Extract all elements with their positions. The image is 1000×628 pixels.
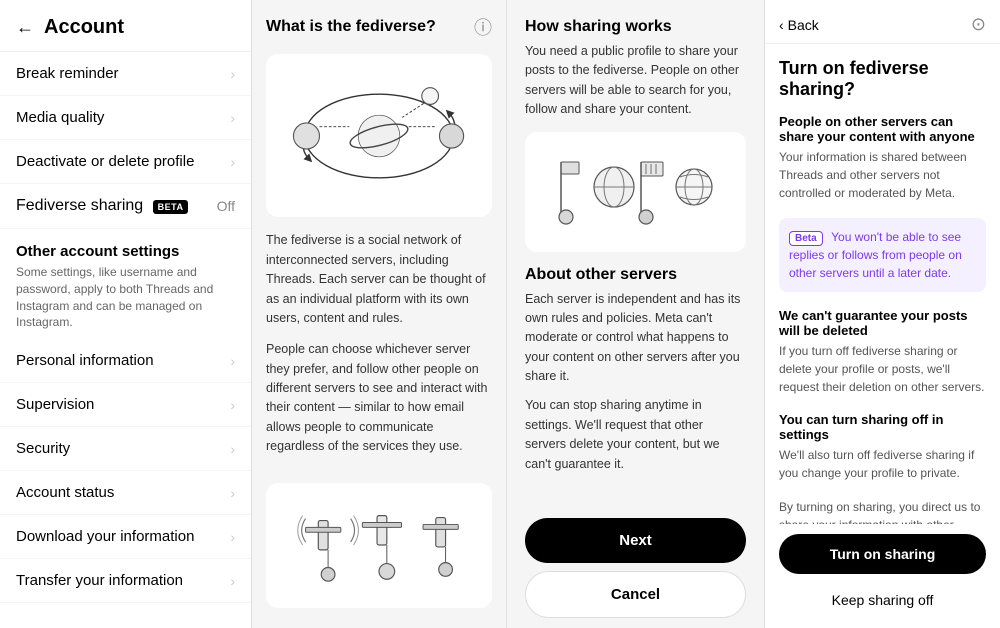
orbit-svg: [286, 71, 472, 201]
sidebar-header: ← Account: [0, 0, 251, 52]
middle-title: What is the fediverse?: [266, 18, 436, 36]
chevron-left-icon: ‹: [779, 17, 784, 33]
beta-block: Beta You won't be able to see replies or…: [779, 218, 986, 292]
how-sharing-title: How sharing works: [525, 18, 746, 36]
info-block-3-title: You can turn sharing off in settings: [779, 412, 986, 442]
satellite-illustration: [266, 483, 492, 608]
sidebar-item-security[interactable]: Security ›: [0, 427, 251, 471]
cancel-button[interactable]: Cancel: [525, 571, 746, 618]
middle-header: What is the fediverse? ⓘ: [252, 0, 506, 54]
fediverse-label: Fediverse sharing BETA: [16, 197, 217, 215]
chevron-right-icon: ›: [230, 573, 235, 589]
how-sharing-text: You need a public profile to share your …: [525, 42, 746, 120]
info-block-1-title: People on other servers can share your c…: [779, 114, 986, 144]
back-label: Back: [788, 17, 819, 33]
right-content-panel: How sharing works You need a public prof…: [507, 0, 765, 628]
info-block-3: You can turn sharing off in settings We'…: [779, 412, 986, 482]
chevron-right-icon: ›: [230, 529, 235, 545]
flags-illustration: [525, 132, 746, 252]
sidebar: ← Account Break reminder › Media quality…: [0, 0, 252, 628]
middle-text-section: The fediverse is a social network of int…: [252, 231, 506, 482]
sidebar-item-fediverse[interactable]: Fediverse sharing BETA Off: [0, 184, 251, 229]
sidebar-item-transfer-info[interactable]: Transfer your information ›: [0, 559, 251, 603]
satellite-svg: [286, 500, 472, 590]
fediverse-para-1: The fediverse is a social network of int…: [266, 231, 492, 328]
info-block-1: People on other servers can share your c…: [779, 114, 986, 202]
sidebar-item-deactivate[interactable]: Deactivate or delete profile ›: [0, 140, 251, 184]
beta-badge-label: Beta: [789, 231, 823, 246]
settings-icon[interactable]: ⊙: [971, 14, 986, 35]
about-servers-title: About other servers: [525, 266, 746, 284]
info-block-3-text: We'll also turn off fediverse sharing if…: [779, 446, 986, 482]
flags-svg: [546, 152, 726, 232]
chevron-right-icon: ›: [230, 397, 235, 413]
other-account-section: Other account settings Some settings, li…: [0, 229, 251, 339]
turn-on-sharing-button[interactable]: Turn on sharing: [779, 534, 986, 574]
chevron-right-icon: ›: [230, 353, 235, 369]
sidebar-item-media-quality[interactable]: Media quality ›: [0, 96, 251, 140]
other-account-title: Other account settings: [16, 243, 235, 260]
beta-badge: BETA: [153, 200, 189, 214]
keep-sharing-off-button[interactable]: Keep sharing off: [779, 582, 986, 618]
back-button[interactable]: ←: [16, 17, 34, 38]
info-block-2-title: We can't guarantee your posts will be de…: [779, 308, 986, 338]
next-button[interactable]: Next: [525, 518, 746, 563]
about-servers-section: About other servers Each server is indep…: [507, 266, 764, 496]
sidebar-title: Account: [44, 16, 124, 39]
turn-on-panel: ‹ Back ⊙ Turn on fediverse sharing? Peop…: [765, 0, 1000, 628]
far-right-header: ‹ Back ⊙: [765, 0, 1000, 44]
sidebar-item-break-reminder[interactable]: Break reminder ›: [0, 52, 251, 96]
chevron-right-icon: ›: [230, 66, 235, 82]
fediverse-illustration: [266, 54, 492, 217]
info-block-4-text: By turning on sharing, you direct us to …: [779, 498, 986, 524]
turn-on-title: Turn on fediverse sharing?: [779, 58, 986, 100]
sidebar-item-personal-info[interactable]: Personal information ›: [0, 339, 251, 383]
sidebar-item-account-status[interactable]: Account status ›: [0, 471, 251, 515]
sidebar-item-download-info[interactable]: Download your information ›: [0, 515, 251, 559]
sidebar-item-supervision[interactable]: Supervision ›: [0, 383, 251, 427]
about-servers-text-2: You can stop sharing anytime in settings…: [525, 396, 746, 474]
info-block-1-text: Your information is shared between Threa…: [779, 148, 986, 202]
back-link[interactable]: ‹ Back: [779, 17, 819, 33]
chevron-right-icon: ›: [230, 441, 235, 457]
info-icon[interactable]: ⓘ: [474, 14, 492, 40]
action-buttons: Next Cancel: [507, 508, 764, 628]
info-block-2-text: If you turn off fediverse sharing or del…: [779, 342, 986, 396]
chevron-right-icon: ›: [230, 154, 235, 170]
info-block-2: We can't guarantee your posts will be de…: [779, 308, 986, 396]
chevron-right-icon: ›: [230, 110, 235, 126]
how-sharing-section: How sharing works You need a public prof…: [507, 0, 764, 132]
far-right-actions: Turn on sharing Keep sharing off: [765, 524, 1000, 628]
about-servers-text-1: Each server is independent and has its o…: [525, 290, 746, 387]
chevron-right-icon: ›: [230, 485, 235, 501]
fediverse-para-2: People can choose whichever server they …: [266, 340, 492, 456]
middle-panel: What is the fediverse? ⓘ: [252, 0, 507, 628]
far-right-content: Turn on fediverse sharing? People on oth…: [765, 44, 1000, 524]
other-account-desc: Some settings, like username and passwor…: [16, 264, 235, 331]
